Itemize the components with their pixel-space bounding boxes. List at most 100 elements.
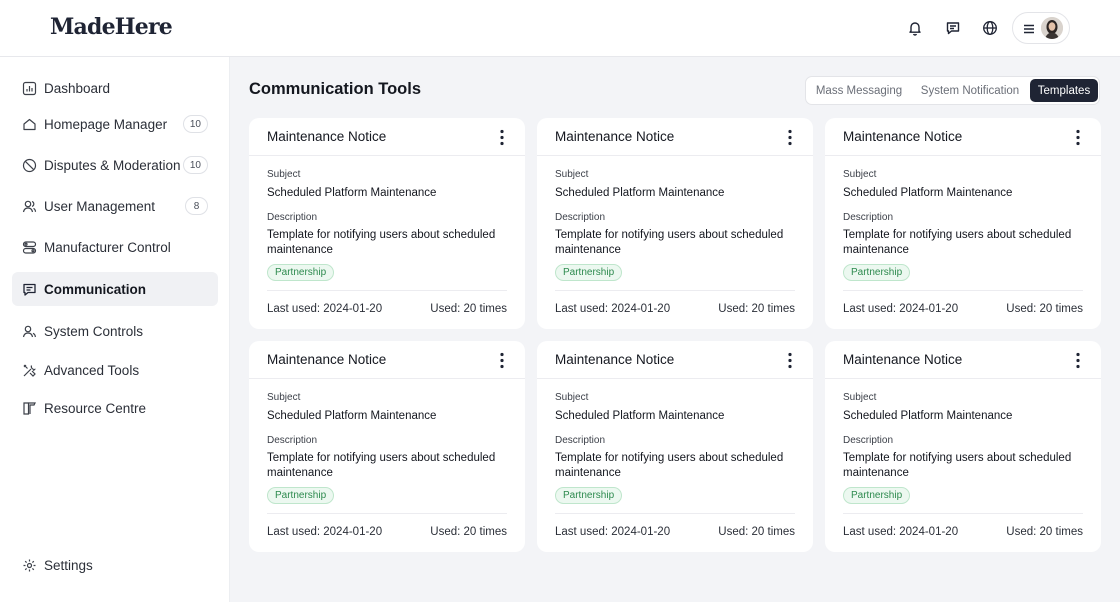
sidebar-item-label: Manufacturer Control [44, 239, 171, 255]
sidebar-item-label: Settings [44, 557, 93, 573]
category-tag: Partnership [843, 487, 911, 504]
subject-value: Scheduled Platform Maintenance [267, 187, 437, 199]
last-used: Last used: 2024-01-20 [267, 526, 383, 538]
sidebar-item-manufacturer-control[interactable]: Manufacturer Control [12, 230, 218, 264]
home-icon [23, 118, 36, 130]
template-card[interactable]: Maintenance Notice Subject Scheduled Platf… [249, 118, 525, 329]
subject-label: Subject [267, 169, 301, 180]
menu-icon [1024, 24, 1034, 34]
subject-label: Subject [843, 169, 877, 180]
card-footer: Last used: 2024-01-20 Used: 20 times [267, 513, 507, 538]
template-card[interactable]: Maintenance Notice Subject Scheduled Platf… [825, 118, 1101, 329]
card-header: Maintenance Notice [249, 341, 525, 379]
page-title: Communication Tools [249, 80, 422, 98]
card-title: Maintenance Notice [555, 129, 675, 144]
description-label: Description [267, 435, 318, 446]
subject-value: Scheduled Platform Maintenance [843, 410, 1013, 422]
gear-icon [23, 559, 36, 571]
usage-count: Used: 20 times [430, 526, 507, 538]
top-header: MadeHere [0, 0, 1120, 57]
description-value: Template for notifying users about sched… [843, 452, 1072, 479]
card-title: Maintenance Notice [843, 352, 963, 367]
description-label: Description [843, 435, 894, 446]
sidebar-item-settings[interactable]: Settings [12, 548, 218, 582]
more-options-icon[interactable] [1075, 352, 1081, 369]
sidebar-item-advanced-tools[interactable]: Advanced Tools [12, 353, 218, 387]
more-options-icon[interactable] [499, 352, 505, 369]
description-value: Template for notifying users about sched… [267, 229, 496, 256]
usage-count: Used: 20 times [718, 526, 795, 538]
subject-value: Scheduled Platform Maintenance [843, 187, 1013, 199]
more-options-icon[interactable] [1075, 129, 1081, 146]
description-value: Template for notifying users about sched… [267, 452, 496, 479]
card-header: Maintenance Notice [249, 118, 525, 156]
sidebar-item-label: System Controls [44, 323, 144, 339]
sidebar-item-user-management[interactable]: User Management 8 [12, 189, 218, 223]
last-used: Last used: 2024-01-20 [843, 303, 959, 315]
category-tag: Partnership [267, 264, 335, 281]
category-tag: Partnership [555, 487, 623, 504]
sidebar-item-dashboard[interactable]: Dashboard [12, 71, 218, 105]
description-value: Template for notifying users about sched… [843, 229, 1072, 256]
card-title: Maintenance Notice [267, 129, 387, 144]
card-title: Maintenance Notice [555, 352, 675, 367]
usage-count: Used: 20 times [718, 303, 795, 315]
last-used: Last used: 2024-01-20 [555, 526, 671, 538]
card-footer: Last used: 2024-01-20 Used: 20 times [843, 513, 1083, 538]
sidebar-item-resource-centre[interactable]: Resource Centre [12, 391, 218, 425]
description-label: Description [267, 212, 318, 223]
usage-count: Used: 20 times [1006, 526, 1083, 538]
user-menu-button[interactable] [1012, 12, 1070, 44]
chat-icon[interactable] [943, 18, 963, 38]
globe-icon[interactable] [980, 18, 1000, 38]
subject-value: Scheduled Platform Maintenance [267, 410, 437, 422]
template-card[interactable]: Maintenance Notice Subject Scheduled Platf… [249, 341, 525, 552]
sidebar-item-homepage-manager[interactable]: Homepage Manager 10 [12, 107, 218, 141]
template-card[interactable]: Maintenance Notice Subject Scheduled Platf… [537, 118, 813, 329]
sidebar-item-label: Disputes & Moderation [44, 157, 181, 173]
last-used: Last used: 2024-01-20 [843, 526, 959, 538]
card-footer: Last used: 2024-01-20 Used: 20 times [555, 290, 795, 315]
more-options-icon[interactable] [499, 129, 505, 146]
category-tag: Partnership [267, 487, 335, 504]
card-header: Maintenance Notice [825, 118, 1101, 156]
usage-count: Used: 20 times [430, 303, 507, 315]
more-options-icon[interactable] [787, 129, 793, 146]
tab-system-notification[interactable]: System Notification [914, 79, 1026, 102]
description-label: Description [555, 212, 606, 223]
sidebar-item-label: Homepage Manager [44, 116, 168, 132]
tab-mass-messaging[interactable]: Mass Messaging [809, 79, 909, 102]
sidebar-item-communication[interactable]: Communication [12, 272, 218, 306]
subject-value: Scheduled Platform Maintenance [555, 187, 725, 199]
usage-count: Used: 20 times [1006, 303, 1083, 315]
card-header: Maintenance Notice [825, 341, 1101, 379]
category-tag: Partnership [555, 264, 623, 281]
last-used: Last used: 2024-01-20 [555, 303, 671, 315]
tab-templates[interactable]: Templates [1030, 79, 1098, 102]
chart-icon [22, 81, 37, 95]
sidebar-item-label: Resource Centre [44, 400, 147, 416]
template-card[interactable]: Maintenance Notice Subject Scheduled Platf… [537, 341, 813, 552]
sidebar-item-disputes-moderation[interactable]: Disputes & Moderation 10 [12, 148, 218, 182]
card-title: Maintenance Notice [267, 352, 387, 367]
book-icon [23, 401, 36, 415]
tab-bar: Mass Messaging System Notification Templ… [805, 76, 1100, 105]
subject-value: Scheduled Platform Maintenance [555, 410, 725, 422]
bell-icon[interactable] [905, 18, 925, 38]
card-footer: Last used: 2024-01-20 Used: 20 times [555, 513, 795, 538]
card-footer: Last used: 2024-01-20 Used: 20 times [843, 290, 1083, 315]
card-header: Maintenance Notice [537, 118, 813, 156]
logo[interactable]: MadeHere [50, 14, 173, 40]
sidebar-item-label: Advanced Tools [44, 362, 140, 378]
tools-icon [23, 364, 37, 377]
subject-label: Subject [843, 392, 877, 403]
description-value: Template for notifying users about sched… [555, 452, 784, 479]
users-icon [22, 200, 37, 212]
template-card[interactable]: Maintenance Notice Subject Scheduled Platf… [825, 341, 1101, 552]
sidebar-item-system-controls[interactable]: System Controls [12, 314, 218, 348]
user-group-icon [22, 325, 36, 337]
count-badge: 10 [182, 156, 208, 174]
last-used: Last used: 2024-01-20 [267, 303, 383, 315]
more-options-icon[interactable] [787, 352, 793, 369]
avatar [1041, 17, 1063, 39]
